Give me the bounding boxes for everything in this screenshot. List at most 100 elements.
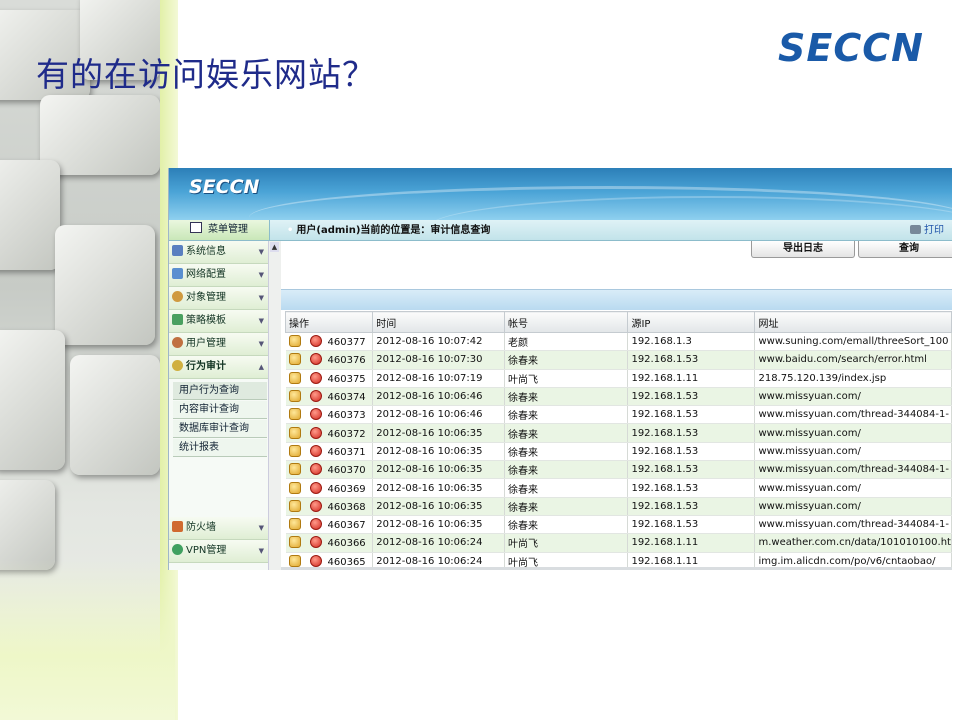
delete-icon[interactable] xyxy=(309,335,322,348)
sidebar-item-network-config[interactable]: 网络配置 ▼ xyxy=(169,264,268,287)
delete-icon[interactable] xyxy=(309,408,322,421)
edit-icon[interactable] xyxy=(288,390,301,403)
url-cell: www.missyuan.com/ xyxy=(754,423,952,443)
source-ip-cell: 192.168.1.53 xyxy=(627,350,756,370)
vpn-icon xyxy=(172,544,183,555)
source-ip-cell: 192.168.1.3 xyxy=(627,332,756,352)
time-cell: 2012-08-16 10:06:35 xyxy=(372,442,505,462)
sidebar-item-system-info[interactable]: 系统信息 ▼ xyxy=(169,241,268,264)
header-account[interactable]: 帐号 xyxy=(503,311,629,333)
header-time[interactable]: 时间 xyxy=(372,311,505,333)
time-cell: 2012-08-16 10:06:35 xyxy=(372,515,505,535)
delete-icon[interactable] xyxy=(309,518,322,531)
edit-icon[interactable] xyxy=(288,518,301,531)
account-cell: 徐春来 xyxy=(504,350,629,370)
sidebar-item-user-manage[interactable]: 用户管理 ▼ xyxy=(169,333,268,356)
source-ip-cell: 192.168.1.53 xyxy=(627,497,756,516)
edit-icon[interactable] xyxy=(288,444,301,457)
scroll-up-icon[interactable]: ▲ xyxy=(270,242,279,252)
subitem-statistics-report[interactable]: 统计报表 xyxy=(173,439,267,457)
edit-icon[interactable] xyxy=(288,408,301,421)
print-button[interactable]: 打印 xyxy=(910,220,944,242)
menu-manage-tab[interactable]: 菜单管理 xyxy=(169,220,270,240)
url-cell: www.suning.com/emall/threeSort_100 xyxy=(754,332,952,352)
record-id: 460377 xyxy=(327,337,366,349)
subitem-content-audit-query[interactable]: 内容审计查询 xyxy=(173,401,267,419)
operation-cell: 460372 xyxy=(285,423,374,443)
source-ip-cell: 192.168.1.53 xyxy=(627,442,756,462)
source-ip-cell: 192.168.1.53 xyxy=(627,478,756,498)
delete-icon[interactable] xyxy=(309,390,322,403)
source-ip-cell: 192.168.1.11 xyxy=(627,369,756,388)
delete-icon[interactable] xyxy=(309,353,322,366)
sidebar-item-behavior-audit[interactable]: 行为审计 ▲ xyxy=(169,356,268,379)
policy-template-icon xyxy=(172,314,183,325)
export-log-button[interactable]: 导出日志 xyxy=(751,241,855,258)
network-config-icon xyxy=(172,268,183,279)
table-row[interactable]: 460371 2012-08-16 10:06:35 徐春来 192.168.1.53… xyxy=(285,442,952,462)
sidebar-scrollbar[interactable]: ▲ xyxy=(268,241,281,570)
delete-icon[interactable] xyxy=(309,371,322,384)
table-row[interactable]: 460377 2012-08-16 10:07:42 老颜 192.168.1.3 ww… xyxy=(285,332,952,352)
table-row[interactable]: 460367 2012-08-16 10:06:35 徐春来 192.168.1.53… xyxy=(285,515,952,535)
record-id: 460369 xyxy=(327,483,366,495)
account-cell: 徐春来 xyxy=(504,497,629,516)
delete-icon[interactable] xyxy=(309,499,322,512)
table-row[interactable]: 460376 2012-08-16 10:07:30 徐春来 192.168.1.53… xyxy=(285,350,952,370)
edit-icon[interactable] xyxy=(288,371,301,384)
table-row[interactable]: 460375 2012-08-16 10:07:19 叶尚飞 192.168.1.11… xyxy=(285,369,952,388)
delete-icon[interactable] xyxy=(309,481,322,494)
edit-icon[interactable] xyxy=(288,481,301,494)
source-ip-cell: 192.168.1.11 xyxy=(627,533,756,553)
sidebar-item-policy-template[interactable]: 策略模板 ▼ xyxy=(169,310,268,333)
edit-icon[interactable] xyxy=(288,463,301,476)
edit-icon[interactable] xyxy=(288,554,301,567)
header-url[interactable]: 网址 xyxy=(754,311,952,333)
edit-icon[interactable] xyxy=(288,499,301,512)
sidebar-item-object-manage[interactable]: 对象管理 ▼ xyxy=(169,287,268,310)
time-cell: 2012-08-16 10:07:30 xyxy=(372,350,505,370)
account-cell: 叶尚飞 xyxy=(504,369,629,388)
edit-icon[interactable] xyxy=(288,353,301,366)
delete-icon[interactable] xyxy=(309,426,322,439)
table-horizontal-scrollbar[interactable] xyxy=(281,567,952,570)
source-ip-cell: 192.168.1.53 xyxy=(627,387,756,407)
header-operation[interactable]: 操作 xyxy=(284,311,374,333)
table-row[interactable]: 460368 2012-08-16 10:06:35 徐春来 192.168.1.53… xyxy=(285,497,952,516)
subitem-user-behavior-query[interactable]: 用户行为查询 xyxy=(173,382,267,400)
table-row[interactable]: 460372 2012-08-16 10:06:35 徐春来 192.168.1.53… xyxy=(285,423,952,443)
delete-icon[interactable] xyxy=(309,536,322,549)
table-row[interactable]: 460374 2012-08-16 10:06:46 徐春来 192.168.1.53… xyxy=(285,387,952,407)
url-cell: www.missyuan.com/ xyxy=(754,387,952,407)
time-cell: 2012-08-16 10:06:46 xyxy=(372,405,505,425)
operation-cell: 460375 xyxy=(285,369,374,388)
delete-icon[interactable] xyxy=(309,444,322,457)
edit-icon[interactable] xyxy=(288,536,301,549)
table-row[interactable]: 460370 2012-08-16 10:06:35 徐春来 192.168.1.53… xyxy=(285,460,952,480)
table-row[interactable]: 460366 2012-08-16 10:06:24 叶尚飞 192.168.1.11… xyxy=(285,533,952,553)
header-source-ip[interactable]: 源IP xyxy=(627,311,756,333)
query-button[interactable]: 查询 xyxy=(858,241,952,258)
table-row[interactable]: 460373 2012-08-16 10:06:46 徐春来 192.168.1.53… xyxy=(285,405,952,425)
table-row[interactable]: 460369 2012-08-16 10:06:35 徐春来 192.168.1.53… xyxy=(285,478,952,498)
source-ip-cell: 192.168.1.53 xyxy=(627,423,756,443)
record-id: 460370 xyxy=(327,465,366,477)
operation-cell: 460368 xyxy=(285,497,374,516)
url-cell: www.missyuan.com/ xyxy=(754,478,952,498)
account-cell: 徐春来 xyxy=(504,478,629,498)
url-cell: www.missyuan.com/ xyxy=(754,442,952,462)
subitem-database-audit-query[interactable]: 数据库审计查询 xyxy=(173,420,267,438)
record-id: 460376 xyxy=(327,355,366,367)
delete-icon[interactable] xyxy=(309,554,322,567)
sidebar-item-vpn[interactable]: VPN管理 ▼ xyxy=(169,540,268,563)
time-cell: 2012-08-16 10:06:35 xyxy=(372,460,505,480)
chevron-down-icon: ▼ xyxy=(258,340,264,348)
sidebar-item-firewall[interactable]: 防火墙 ▼ xyxy=(169,517,268,540)
record-id: 460373 xyxy=(327,410,366,422)
record-id: 460374 xyxy=(327,392,366,404)
delete-icon[interactable] xyxy=(309,463,322,476)
edit-icon[interactable] xyxy=(288,426,301,439)
chevron-down-icon: ▼ xyxy=(258,524,264,532)
edit-icon[interactable] xyxy=(288,335,301,348)
app-banner: SECCN xyxy=(169,168,952,220)
